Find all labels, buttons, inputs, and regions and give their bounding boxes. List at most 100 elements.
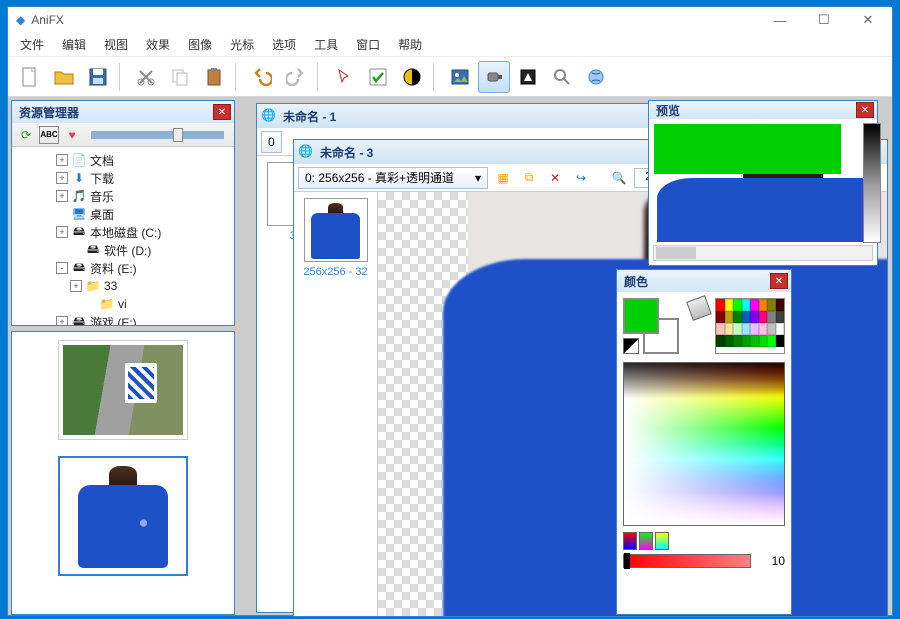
paste-icon[interactable] — [198, 61, 230, 93]
menu-options[interactable]: 选项 — [264, 33, 304, 56]
color-close-icon[interactable]: ✕ — [770, 273, 788, 289]
palette-cell[interactable] — [716, 311, 725, 323]
tree-item[interactable]: 🖴软件 (D:) — [14, 241, 232, 259]
menu-view[interactable]: 视图 — [96, 33, 136, 56]
palette-cell[interactable] — [750, 323, 759, 335]
palette-cell[interactable] — [759, 311, 768, 323]
recent-colors[interactable] — [623, 532, 785, 550]
maximize-button[interactable]: ☐ — [802, 8, 846, 32]
dup-frame-icon[interactable]: ⧉ — [518, 167, 540, 189]
tree-item[interactable]: +🖴本地磁盘 (C:) — [14, 223, 232, 241]
undo-icon[interactable] — [246, 61, 278, 93]
resource-close-icon[interactable]: ✕ — [213, 104, 231, 120]
check-icon[interactable] — [362, 61, 394, 93]
color-picker[interactable] — [623, 362, 785, 526]
palette-cell[interactable] — [759, 323, 768, 335]
tree-item[interactable]: +⬇下载 — [14, 169, 232, 187]
cut-icon[interactable] — [130, 61, 162, 93]
palette-cell[interactable] — [742, 299, 751, 311]
palette-cell[interactable] — [750, 311, 759, 323]
close-button[interactable]: ✕ — [846, 8, 890, 32]
tree-item[interactable]: +🎵音乐 — [14, 187, 232, 205]
gradient-strip[interactable] — [863, 123, 881, 243]
plug-icon[interactable] — [478, 61, 510, 93]
menu-tools[interactable]: 工具 — [306, 33, 346, 56]
minimize-button[interactable]: — — [758, 8, 802, 32]
format-select[interactable]: 0: 256x256 - 真彩+透明通道▾ — [298, 167, 488, 189]
tree-item[interactable]: +📁33 — [14, 277, 232, 295]
palette-cell[interactable] — [716, 323, 725, 335]
preview-close-icon[interactable]: ✕ — [856, 102, 874, 118]
target-icon[interactable] — [396, 61, 428, 93]
palette-cell[interactable] — [733, 323, 742, 335]
palette-cell[interactable] — [759, 335, 768, 347]
palette-cell[interactable] — [716, 335, 725, 347]
export-frame-icon[interactable]: ↪ — [570, 167, 592, 189]
eraser-icon[interactable] — [686, 295, 712, 321]
zoom-icon[interactable] — [546, 61, 578, 93]
palette-cell[interactable] — [776, 311, 785, 323]
palette-cell[interactable] — [725, 335, 734, 347]
menu-file[interactable]: 文件 — [12, 33, 52, 56]
add-frame-icon[interactable]: ▦ — [492, 167, 514, 189]
tree-item[interactable]: 🖥桌面 — [14, 205, 232, 223]
palette-cell[interactable] — [733, 311, 742, 323]
palette-cell[interactable] — [750, 335, 759, 347]
tree-item[interactable]: 📁vi — [14, 295, 232, 313]
doc1-format[interactable]: 0 — [261, 131, 282, 153]
copy-icon[interactable] — [164, 61, 196, 93]
palette-cell[interactable] — [776, 299, 785, 311]
palette-cell[interactable] — [742, 323, 751, 335]
palette-cell[interactable] — [767, 311, 776, 323]
palette-cell[interactable] — [767, 335, 776, 347]
menu-image[interactable]: 图像 — [180, 33, 220, 56]
palette-cell[interactable] — [733, 299, 742, 311]
color-value-slider[interactable] — [623, 554, 751, 568]
color-palette[interactable] — [715, 298, 785, 354]
palette-cell[interactable] — [742, 335, 751, 347]
abc-icon[interactable]: ABC — [39, 126, 59, 144]
tree-item[interactable]: +🖴游戏 (E:) — [14, 313, 232, 325]
palette-cell[interactable] — [767, 299, 776, 311]
tree-item[interactable]: +📄文档 — [14, 151, 232, 169]
preview-scrollbar[interactable] — [653, 245, 873, 261]
crop-icon[interactable] — [512, 61, 544, 93]
doc2-frame-label: 256x256 - 32 — [300, 266, 371, 278]
zoom-tool-icon[interactable]: 🔍 — [608, 167, 630, 189]
cursor-icon[interactable] — [328, 61, 360, 93]
thumbnail-item-selected[interactable] — [58, 456, 188, 576]
menu-cursor[interactable]: 光标 — [222, 33, 262, 56]
palette-cell[interactable] — [725, 311, 734, 323]
color-swatches[interactable] — [623, 298, 679, 354]
tree-item[interactable]: -🖴资料 (E:) — [14, 259, 232, 277]
palette-cell[interactable] — [716, 299, 725, 311]
globe-icon[interactable] — [580, 61, 612, 93]
thumb-size-slider[interactable] — [91, 131, 224, 139]
palette-cell[interactable] — [767, 323, 776, 335]
folder-tree[interactable]: +📄文档+⬇下载+🎵音乐🖥桌面+🖴本地磁盘 (C:)🖴软件 (D:)-🖴资料 (… — [12, 147, 234, 325]
thumbnail-item[interactable] — [58, 340, 188, 440]
new-file-icon[interactable] — [14, 61, 46, 93]
image-icon[interactable] — [444, 61, 476, 93]
delete-frame-icon[interactable]: ✕ — [544, 167, 566, 189]
palette-cell[interactable] — [725, 323, 734, 335]
palette-cell[interactable] — [725, 299, 734, 311]
redo-icon[interactable] — [280, 61, 312, 93]
palette-cell[interactable] — [742, 311, 751, 323]
refresh-icon[interactable]: ⟳ — [16, 126, 36, 144]
menu-window[interactable]: 窗口 — [348, 33, 388, 56]
menu-effects[interactable]: 效果 — [138, 33, 178, 56]
default-colors-icon[interactable] — [623, 338, 639, 354]
palette-cell[interactable] — [776, 323, 785, 335]
palette-cell[interactable] — [759, 299, 768, 311]
save-file-icon[interactable] — [82, 61, 114, 93]
palette-cell[interactable] — [776, 335, 785, 347]
palette-cell[interactable] — [750, 299, 759, 311]
menu-edit[interactable]: 编辑 — [54, 33, 94, 56]
doc2-frame-thumb[interactable] — [304, 198, 368, 262]
open-file-icon[interactable] — [48, 61, 80, 93]
fg-color-swatch[interactable] — [623, 298, 659, 334]
palette-cell[interactable] — [733, 335, 742, 347]
heart-icon[interactable]: ♥ — [62, 126, 82, 144]
menu-help[interactable]: 帮助 — [390, 33, 430, 56]
